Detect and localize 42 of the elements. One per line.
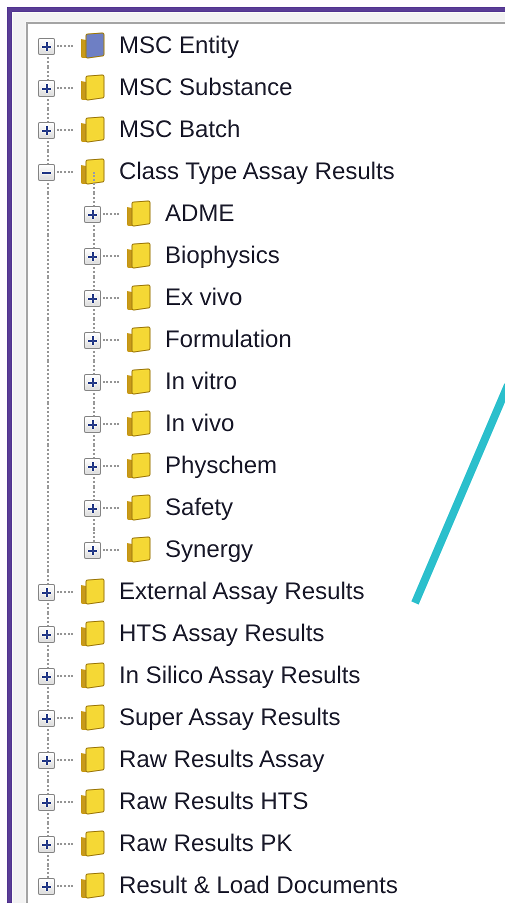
tree-item-label[interactable]: In Silico Assay Results bbox=[119, 660, 360, 692]
expander-toggle[interactable] bbox=[38, 626, 55, 642]
expander-toggle[interactable] bbox=[38, 668, 55, 684]
expander-toggle[interactable] bbox=[38, 164, 55, 180]
tree-item-label[interactable]: In vitro bbox=[165, 366, 238, 398]
tree-item-label[interactable]: Physchem bbox=[165, 450, 278, 482]
expander-toggle[interactable] bbox=[84, 206, 101, 222]
tree-item-label[interactable]: ADME bbox=[165, 198, 234, 230]
tree-item-label[interactable]: In vivo bbox=[165, 408, 234, 440]
expander-toggle[interactable] bbox=[38, 38, 55, 54]
tree-item-label[interactable]: Raw Results Assay bbox=[119, 744, 324, 776]
tree-item-label[interactable]: External Assay Results bbox=[119, 576, 364, 608]
expander-toggle[interactable] bbox=[84, 374, 101, 390]
expander-toggle[interactable] bbox=[84, 248, 101, 264]
expander-toggle[interactable] bbox=[38, 878, 55, 894]
tree-item-label[interactable]: Safety bbox=[165, 492, 234, 524]
expander-toggle[interactable] bbox=[84, 416, 101, 432]
expander-toggle[interactable] bbox=[84, 332, 101, 348]
tree-item-label[interactable]: Ex vivo bbox=[165, 282, 242, 314]
expander-toggle[interactable] bbox=[84, 458, 101, 474]
expander-toggle[interactable] bbox=[84, 500, 101, 516]
expander-toggle[interactable] bbox=[38, 584, 55, 600]
expander-toggle[interactable] bbox=[38, 836, 55, 852]
tree-item-label[interactable]: Super Assay Results bbox=[119, 702, 340, 734]
expander-toggle[interactable] bbox=[84, 542, 101, 558]
tree-item-label[interactable]: Formulation bbox=[165, 324, 292, 356]
expander-toggle[interactable] bbox=[38, 794, 55, 810]
tree-item-label[interactable]: Result & Load Documents bbox=[119, 870, 398, 902]
expander-toggle[interactable] bbox=[38, 122, 55, 138]
expander-toggle[interactable] bbox=[38, 80, 55, 96]
tree-item-label[interactable]: Biophysics bbox=[165, 240, 280, 272]
tree-item-label[interactable]: MSC Substance bbox=[119, 72, 292, 104]
expander-toggle[interactable] bbox=[38, 710, 55, 726]
tree-item-label[interactable]: Raw Results HTS bbox=[119, 786, 308, 818]
tree-item-label[interactable]: MSC Batch bbox=[119, 114, 240, 146]
tree-item-label[interactable]: HTS Assay Results bbox=[119, 618, 324, 650]
expander-toggle[interactable] bbox=[84, 290, 101, 306]
expander-toggle[interactable] bbox=[38, 752, 55, 768]
tree-item-label[interactable]: MSC Entity bbox=[119, 30, 240, 62]
tree-item-label[interactable]: Class Type Assay Results bbox=[119, 156, 395, 188]
tree-item-label[interactable]: Synergy bbox=[165, 534, 254, 566]
tree-item-label[interactable]: Raw Results PK bbox=[119, 828, 292, 860]
